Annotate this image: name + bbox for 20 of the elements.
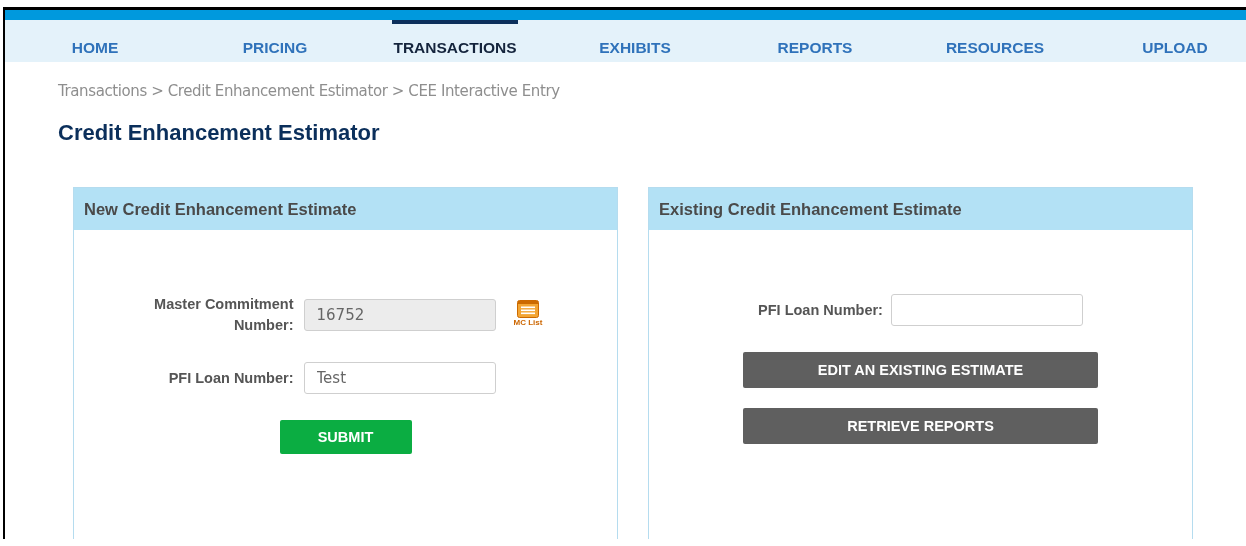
nav-tab[interactable]: UPLOAD — [1141, 20, 1209, 62]
nav-tab[interactable]: HOME — [70, 20, 120, 62]
nav-tab[interactable]: PRICING — [241, 20, 309, 62]
list-icon — [516, 299, 539, 318]
input-field[interactable]: Test — [303, 362, 496, 394]
panel-title: New Credit Enhancement Estimate — [84, 199, 357, 219]
nav-tab[interactable]: EXHIBITS — [598, 20, 672, 62]
nav-tab[interactable]: RESOURCES — [944, 20, 1046, 62]
action-button[interactable]: RETRIEVE REPORTS — [743, 408, 1098, 444]
field-label: PFI Loan Number: — [758, 300, 883, 320]
page-title: Credit Enhancement Estimator — [58, 120, 380, 146]
nav-tab[interactable]: TRANSACTIONS — [392, 20, 518, 62]
submit-button[interactable]: SUBMIT — [279, 420, 412, 454]
input-field[interactable] — [890, 294, 1083, 326]
field-label: PFI Loan Number: — [168, 368, 294, 388]
panel-title: Existing Credit Enhancement Estimate — [659, 199, 962, 219]
breadcrumb: Transactions > Credit Enhancement Estimator > CEE Interactive Entry — [58, 82, 560, 100]
nav-tab[interactable]: REPORTS — [776, 20, 854, 62]
field-label: Master Commitment Number: — [153, 295, 294, 335]
action-button[interactable]: EDIT AN EXISTING ESTIMATE — [743, 352, 1098, 388]
